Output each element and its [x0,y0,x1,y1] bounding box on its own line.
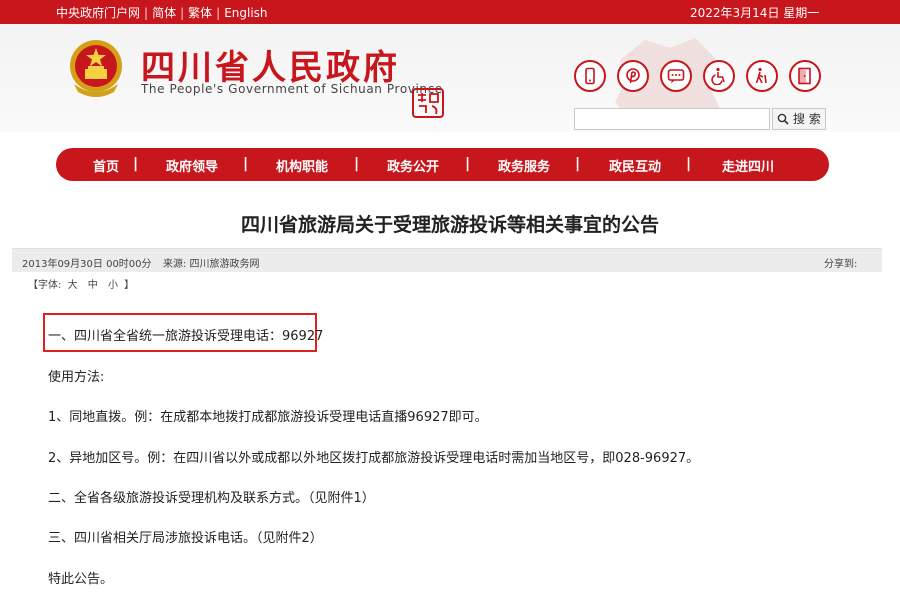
header-icon-row [574,60,832,92]
article-info-bar: 2013年09月30日 00时00分 来源: 四川旅游政务网 分享到: [12,248,882,272]
pinterest-icon[interactable] [617,60,649,92]
nav-item-services[interactable]: 政务服务 [498,156,550,175]
nav-item-interaction[interactable]: 政民互动 [609,156,661,175]
nav-item-home[interactable]: 首页 [93,156,119,175]
font-size-small[interactable]: 小 [108,276,118,291]
paragraph-hotline: 一、四川省全省统一旅游投诉受理电话：96927 [48,329,324,344]
nav-item-functions[interactable]: 机构职能 [276,156,328,175]
search-button-label: 搜 索 [793,112,821,126]
nav-divider: | [354,156,360,172]
link-simplified[interactable]: 简体 [152,4,176,21]
search-button[interactable]: 搜 索 [772,108,826,130]
paragraph-attachment-1: 二、全省各级旅游投诉受理机构及联系方式。（见附件1） [48,491,375,506]
search-input[interactable] [574,108,770,130]
font-size-control: 【字体: 大 中 小 】 [28,276,134,291]
font-size-label: 【字体: [28,280,62,291]
search-icon [777,113,789,125]
main-nav: 首页 | 政府领导 | 机构职能 | 政务公开 | 政务服务 | 政民互动 | … [56,148,829,181]
paragraph-attachment-2: 三、四川省相关厅局涉旅投诉电话。（见附件2） [48,531,323,546]
site-subtitle: The People's Government of Sichuan Provi… [141,82,443,96]
nav-divider: | [465,156,471,172]
nav-divider: | [686,156,692,172]
national-emblem-icon [70,40,122,97]
article-title: 四川省旅游局关于受理旅游投诉等相关事宜的公告 [240,214,659,236]
paragraph-local-dial: 1、同地直拨。例：在成都本地拨打成都旅游投诉受理电话直播96927即可。 [48,410,488,425]
nav-item-about-sichuan[interactable]: 走进四川 [722,156,774,175]
wheelchair-icon[interactable] [703,60,735,92]
link-traditional[interactable]: 繁体 [188,4,212,21]
font-size-medium[interactable]: 中 [88,276,98,291]
paragraph-usage: 使用方法: [48,370,105,385]
article-source: 来源: 四川旅游政务网 [163,259,260,270]
font-size-large[interactable]: 大 [68,276,78,291]
link-english[interactable]: English [224,6,267,20]
nav-divider: | [575,156,581,172]
nav-item-gov-affairs[interactable]: 政务公开 [387,156,439,175]
elder-care-icon[interactable] [746,60,778,92]
message-icon[interactable] [660,60,692,92]
top-links: 中央政府门户网 | 简体 | 繁体 | English [56,4,268,21]
divider: | [216,6,221,20]
font-size-close: 】 [124,280,135,291]
nav-divider: | [243,156,249,172]
divider: | [180,6,185,20]
china-seal-icon [412,88,444,118]
link-central-gov[interactable]: 中央政府门户网 [56,4,140,21]
share-label[interactable]: 分享到: [824,255,857,270]
publish-date: 2013年09月30日 00时00分 [22,259,152,270]
paragraph-closing: 特此公告。 [48,572,114,587]
current-date: 2022年3月14日 星期一 [690,6,820,20]
search-box: 搜 索 [574,108,826,130]
nav-divider: | [133,156,139,172]
nav-item-leaders[interactable]: 政府领导 [166,156,218,175]
mobile-icon[interactable] [574,60,606,92]
divider: | [144,6,149,20]
paragraph-remote-dial: 2、异地加区号。例：在四川省以外或成都以外地区拨打成都旅游投诉受理电话时需加当地… [48,451,700,466]
top-bar: 中央政府门户网 | 简体 | 繁体 | English 2022年3月14日 星期一 [0,0,900,24]
exit-door-icon[interactable] [789,60,821,92]
